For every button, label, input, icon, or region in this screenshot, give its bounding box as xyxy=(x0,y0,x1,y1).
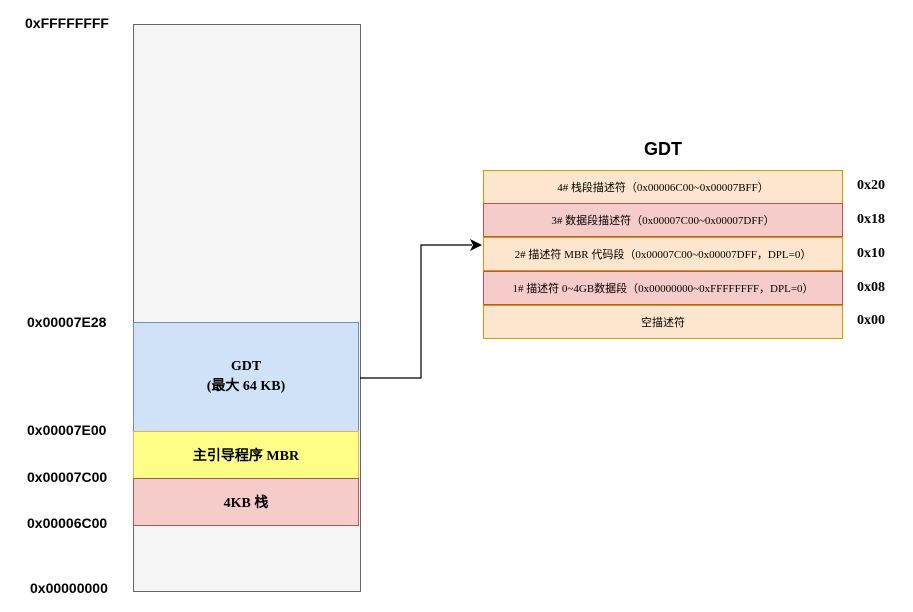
gdt-connector-arrow xyxy=(360,239,482,379)
